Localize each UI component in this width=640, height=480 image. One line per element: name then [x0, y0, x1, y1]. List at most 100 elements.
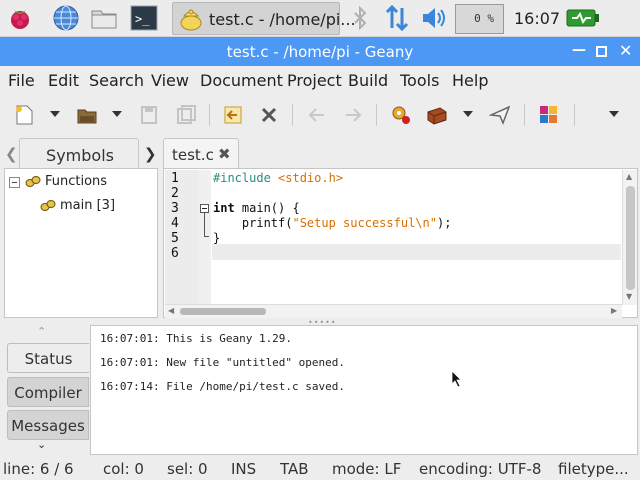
bluetooth-icon[interactable] [346, 4, 374, 32]
scroll-left-arrow-icon[interactable]: ◀ [168, 306, 174, 315]
line-number: 2 [171, 186, 179, 201]
menu-edit[interactable]: Edit [48, 71, 79, 90]
web-browser-icon[interactable] [52, 4, 80, 32]
tab-compiler[interactable]: Compiler [7, 377, 89, 407]
volume-icon[interactable] [420, 4, 448, 32]
menu-project[interactable]: Project [287, 71, 342, 90]
new-file-icon[interactable] [13, 104, 35, 126]
code-line-3: int main() { [213, 201, 300, 215]
revert-icon[interactable] [222, 104, 244, 126]
tab-messages[interactable]: Messages [7, 410, 89, 440]
taskbar: >_ test.c - /home/pi... 0 % 16:07 [0, 0, 640, 37]
tree-item-main[interactable]: main [3] [60, 198, 115, 213]
code-editor[interactable]: 1 2 3 4 5 6 #include <stdio.h> int main(… [163, 168, 638, 318]
menu-help[interactable]: Help [452, 71, 488, 90]
navigate-back-icon[interactable] [306, 104, 328, 126]
svg-text:>_: >_ [135, 12, 150, 26]
scroll-right-arrow-icon[interactable]: ▶ [611, 306, 617, 315]
preprocessor-token: #include [213, 171, 271, 185]
status-col: col: 0 [103, 460, 144, 478]
navigate-forward-icon[interactable] [342, 104, 364, 126]
function-icon [40, 200, 56, 211]
code-line-4: printf("Setup successful\n"); [213, 216, 452, 230]
sidebar-next-tab-icon[interactable]: ❯ [144, 145, 157, 163]
line-number: 5 [171, 231, 179, 246]
keyword-token: int [213, 201, 235, 215]
editor-vertical-scrollbar[interactable]: ▲ ▼ [622, 170, 637, 305]
menu-search[interactable]: Search [89, 71, 144, 90]
status-ins: INS [231, 460, 257, 478]
menu-file[interactable]: File [8, 71, 35, 90]
save-icon[interactable] [138, 104, 160, 126]
status-sel: sel: 0 [167, 460, 208, 478]
build-dropdown-arrow[interactable] [463, 111, 473, 117]
line-number: 4 [171, 216, 179, 231]
minimize-button[interactable]: — [572, 42, 586, 58]
scroll-down-arrow-icon[interactable]: ▼ [626, 292, 632, 301]
build-icon[interactable] [426, 104, 448, 126]
status-line: line: 6 / 6 [3, 460, 74, 478]
network-icon[interactable] [383, 4, 411, 32]
close-file-icon[interactable] [258, 104, 280, 126]
code-line-5: } [213, 231, 220, 245]
sidebar-prev-tab-icon[interactable]: ❮ [5, 145, 18, 163]
toolbar-separator [574, 104, 575, 126]
tab-test-c-label: test.c [172, 146, 214, 164]
code-line-1: #include <stdio.h> [213, 171, 343, 185]
battery-icon[interactable] [566, 8, 600, 28]
close-window-button[interactable]: ✕ [619, 41, 632, 60]
close-tab-icon[interactable]: ✖ [218, 145, 231, 163]
menu-view[interactable]: View [151, 71, 189, 90]
status-tab: TAB [280, 460, 309, 478]
taskbar-window-label: test.c - /home/pi... [209, 10, 356, 29]
status-message: 16:07:01: New file "untitled" opened. [100, 356, 346, 369]
line-number-gutter: 1 2 3 4 5 6 [165, 170, 198, 305]
include-path-token: <stdio.h> [278, 171, 344, 185]
fold-line [204, 213, 205, 237]
execute-icon[interactable] [489, 104, 511, 126]
editor-horizontal-scrollbar[interactable]: ◀ ▶ [165, 304, 622, 318]
code-text: main() { [234, 201, 300, 215]
horizontal-scroll-thumb[interactable] [180, 308, 266, 315]
line-number: 1 [171, 171, 179, 186]
toolbar-overflow-arrow[interactable] [609, 111, 619, 117]
menu-document[interactable]: Document [200, 71, 283, 90]
save-all-icon[interactable] [175, 104, 197, 126]
terminal-icon[interactable]: >_ [130, 4, 158, 32]
symbols-panel: Functions main [3] [4, 168, 158, 318]
menu-build[interactable]: Build [348, 71, 388, 90]
maximize-button[interactable] [596, 46, 607, 57]
fold-toggle-icon[interactable] [200, 204, 209, 213]
new-file-dropdown-arrow[interactable] [50, 111, 60, 117]
status-bar: line: 6 / 6 col: 0 sel: 0 INS TAB mode: … [0, 457, 640, 480]
message-tabs-scroll-up-icon[interactable]: ⌃ [37, 325, 46, 338]
string-token: "Setup successful\n" [292, 216, 437, 230]
current-line-highlight [212, 244, 621, 260]
scroll-up-arrow-icon[interactable]: ▲ [626, 172, 632, 181]
code-text: } [213, 231, 221, 245]
compile-icon[interactable] [390, 104, 412, 126]
taskbar-window-button[interactable]: test.c - /home/pi... [172, 2, 356, 35]
tab-status[interactable]: Status [7, 343, 89, 373]
file-manager-icon[interactable] [90, 4, 118, 32]
tab-test-c[interactable]: test.c ✖ [163, 138, 239, 169]
collapse-tree-icon[interactable] [9, 177, 20, 188]
status-encoding: encoding: UTF-8 [419, 460, 542, 478]
open-file-dropdown-arrow[interactable] [112, 111, 122, 117]
message-tabs-scroll-down-icon[interactable]: ⌄ [37, 438, 46, 451]
fold-margin [198, 170, 211, 305]
vertical-scroll-thumb[interactable] [626, 186, 635, 290]
tab-symbols-label: Symbols [46, 146, 114, 165]
status-message: 16:07:01: This is Geany 1.29. [100, 332, 293, 345]
menu-tools[interactable]: Tools [400, 71, 439, 90]
cpu-monitor[interactable]: 0 % [455, 4, 504, 34]
color-chooser-icon[interactable] [538, 104, 560, 126]
tab-symbols[interactable]: Symbols [19, 138, 139, 169]
tree-item-functions[interactable]: Functions [45, 174, 107, 189]
geany-window-screen: >_ test.c - /home/pi... 0 % 16:07 test.c… [0, 0, 640, 480]
raspberry-menu-icon[interactable] [6, 4, 34, 32]
status-messages-panel: 16:07:01: This is Geany 1.29. 16:07:01: … [90, 325, 638, 455]
open-file-icon[interactable] [76, 104, 98, 126]
clock[interactable]: 16:07 [514, 9, 560, 28]
toolbar-separator [524, 104, 525, 126]
